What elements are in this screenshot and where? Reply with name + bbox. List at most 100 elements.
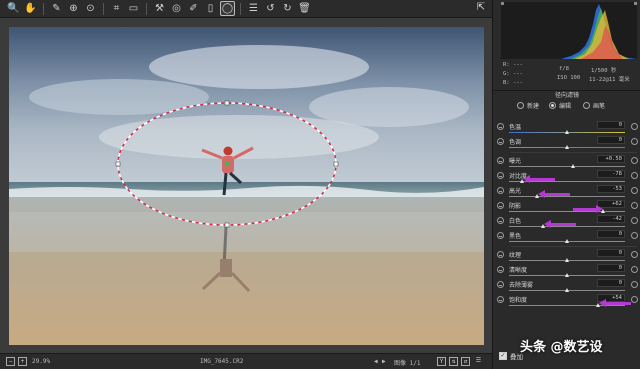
slider-row: 色调 0 [493,136,640,150]
mode-radio-1[interactable] [549,102,556,109]
annotation-arrow [537,190,570,198]
increase-icon[interactable] [631,172,638,179]
list-icon[interactable]: ☰ [246,1,261,16]
slider-value-input[interactable]: -78 [597,170,625,178]
rotate-left-icon[interactable]: ↺ [263,1,278,16]
before-after-toggle-icon[interactable]: ⇅ [449,357,458,366]
zoom-icon[interactable]: 🔍 [6,1,21,16]
toolbar-separator [240,2,241,15]
reduce-icon[interactable] [497,296,504,303]
target-adjust-icon[interactable]: ⊙ [83,1,98,16]
radial-filter-icon[interactable]: ◯ [220,1,235,16]
slider-thumb[interactable] [565,258,569,262]
g-label: G: [503,71,510,77]
trash-icon[interactable]: 🗑 [297,1,312,16]
increase-icon[interactable] [631,123,638,130]
slider-track[interactable] [509,211,625,212]
status-bar: − + 29.9% IMG_7645.CR2 ◀ ▶ 图像 1/1 Y ⇅ ⇄ … [0,353,492,369]
watermark: 头条 @数艺设 [520,340,603,355]
increase-icon[interactable] [631,217,638,224]
mode-radio-0[interactable] [517,102,524,109]
reduce-icon[interactable] [497,217,504,224]
export-icon[interactable]: ⇱ [474,2,488,16]
photo-preview[interactable] [9,27,484,345]
increase-icon[interactable] [631,138,638,145]
reduce-icon[interactable] [497,157,504,164]
straighten-icon[interactable]: ▭ [126,1,141,16]
toolbar-separator [43,2,44,15]
increase-icon[interactable] [631,157,638,164]
increase-icon[interactable] [631,187,638,194]
reduce-icon[interactable] [497,172,504,179]
slider-track[interactable] [509,305,625,306]
slider-value-input[interactable]: 0 [597,249,625,257]
swap-settings-icon[interactable]: ⇄ [461,357,470,366]
next-image-icon[interactable]: ▶ [382,358,386,365]
panel-title: 径向滤镜 [493,90,640,100]
reduce-icon[interactable] [497,123,504,130]
preferences-icon[interactable]: ☰ [474,357,483,366]
crop-icon[interactable]: ⌗ [109,1,124,16]
slider-row: 高光 -53 [493,185,640,199]
zoom-level[interactable]: 29.9% [32,358,50,365]
slider-value-input[interactable]: 0 [597,121,625,129]
slider-value-input[interactable]: -42 [597,215,625,223]
color-sampler-icon[interactable]: ⊕ [66,1,81,16]
iso: ISO 100 [557,75,581,81]
reduce-icon[interactable] [497,281,504,288]
slider-thumb[interactable] [565,130,569,134]
increase-icon[interactable] [631,202,638,209]
group-divider [511,152,637,153]
increase-icon[interactable] [631,251,638,258]
before-after-y-icon[interactable]: Y [437,357,446,366]
reduce-icon[interactable] [497,232,504,239]
slider-value-input[interactable]: 0 [597,279,625,287]
spot-removal-icon[interactable]: ⚒ [152,1,167,16]
slider-label: 色调 [509,139,522,146]
image-canvas[interactable] [0,18,492,353]
r-label: R: [503,62,510,68]
r-value: --- [513,62,523,68]
red-eye-icon[interactable]: ◎ [169,1,184,16]
slider-track[interactable] [509,166,625,167]
graduated-filter-icon[interactable]: ▯ [203,1,218,16]
slider-label: 阴影 [509,203,522,210]
increase-icon[interactable] [631,296,638,303]
slider-thumb[interactable] [565,273,569,277]
slider-label: 白色 [509,218,522,225]
prev-image-icon[interactable]: ◀ [374,358,378,365]
hand-icon[interactable]: ✋ [23,1,38,16]
camera-info: R: --- G: --- B: --- f/8 1/500 秒 ISO 100… [501,60,637,90]
overlay-checkbox[interactable]: ✓ [499,352,507,360]
slider-track[interactable] [509,226,625,227]
slider-value-input[interactable]: 0 [597,264,625,272]
rotate-right-icon[interactable]: ↻ [280,1,295,16]
reduce-icon[interactable] [497,187,504,194]
increase-icon[interactable] [631,281,638,288]
reduce-icon[interactable] [497,138,504,145]
slider-thumb[interactable] [565,145,569,149]
increase-icon[interactable] [631,232,638,239]
slider-value-input[interactable]: -53 [597,185,625,193]
mode-radio-2[interactable] [583,102,590,109]
slider-value-input[interactable]: 0 [597,230,625,238]
slider-thumb[interactable] [570,164,575,168]
reduce-icon[interactable] [497,266,504,273]
reduce-icon[interactable] [497,251,504,258]
zoom-in-icon[interactable]: + [18,357,27,366]
white-balance-icon[interactable]: ✎ [49,1,64,16]
slider-value-input[interactable]: +0.50 [597,155,625,163]
toolbar-separator [146,2,147,15]
fit-zoom-icon[interactable]: − [6,357,15,366]
reduce-icon[interactable] [497,202,504,209]
increase-icon[interactable] [631,266,638,273]
slider-thumb[interactable] [565,288,569,292]
slider-label: 色温 [509,124,522,131]
brush-icon[interactable]: ✐ [186,1,201,16]
photo-scene [9,27,484,345]
slider-value-input[interactable]: 0 [597,136,625,144]
slider-label: 曝光 [509,158,522,165]
slider-thumb[interactable] [565,239,569,243]
slider-track[interactable] [509,196,625,197]
slider-row: 阴影 +62 [493,200,640,214]
